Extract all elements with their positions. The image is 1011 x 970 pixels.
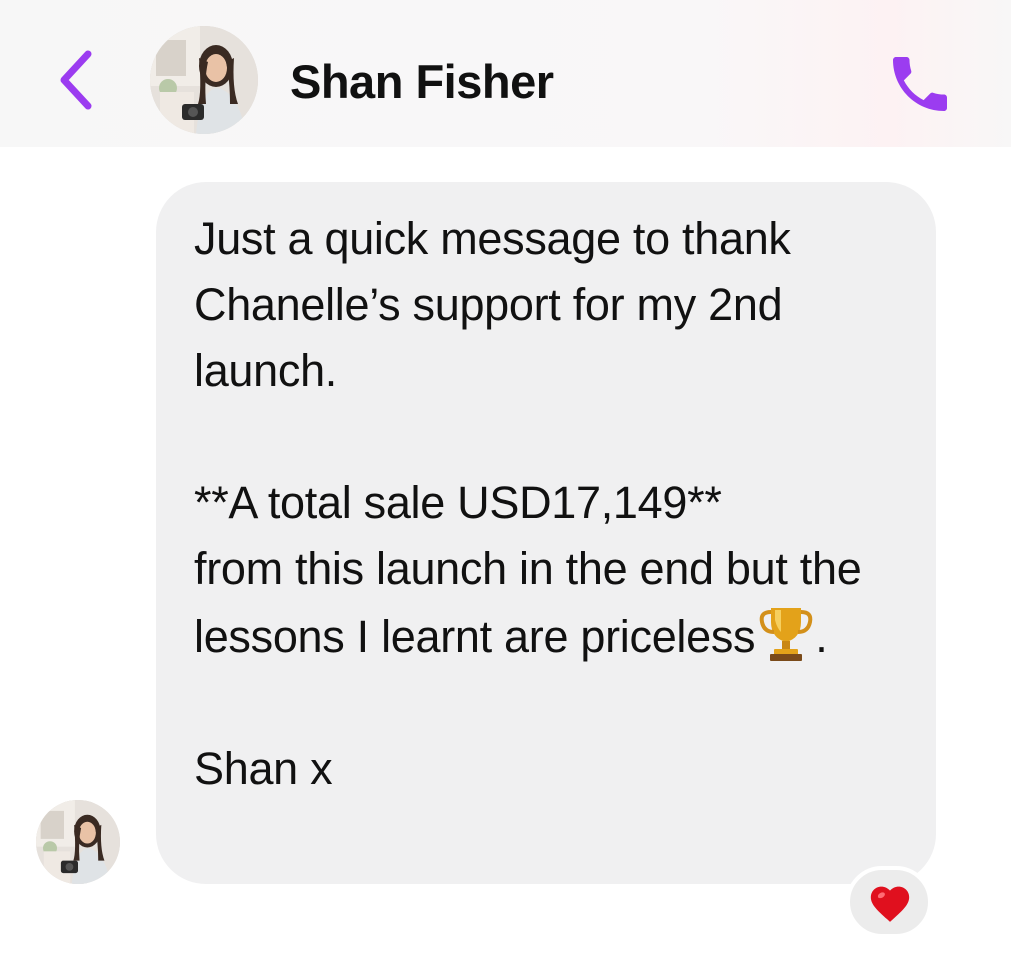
message-paragraph: Just a quick message to thank Chanelle’s… [194, 213, 791, 396]
message-signature: Shan x [194, 743, 333, 794]
heart-icon [870, 886, 910, 922]
contact-avatar[interactable] [150, 26, 258, 134]
phone-icon [893, 57, 947, 111]
chat-header: Shan Fisher [0, 0, 1011, 147]
back-button[interactable] [48, 44, 104, 116]
trophy-icon [759, 608, 813, 661]
sender-avatar[interactable] [36, 800, 120, 884]
chat-screen: Shan Fisher Just a quick message to than… [0, 0, 1011, 970]
message-punctuation: . [815, 611, 828, 662]
message-paragraph: **A total sale USD17,149** from this laun… [194, 470, 898, 670]
contact-name[interactable]: Shan Fisher [290, 52, 554, 112]
message-bubble[interactable]: Just a quick message to thank Chanelle’s… [156, 182, 936, 884]
message-highlight: **A total sale USD17,149** [194, 477, 722, 528]
reaction-badge[interactable] [846, 866, 932, 938]
message-text: Just a quick message to thank Chanelle’s… [194, 206, 898, 802]
call-button[interactable] [884, 48, 956, 120]
avatar-photo [150, 26, 258, 134]
avatar-photo [36, 800, 120, 884]
chevron-left-icon [60, 50, 92, 110]
